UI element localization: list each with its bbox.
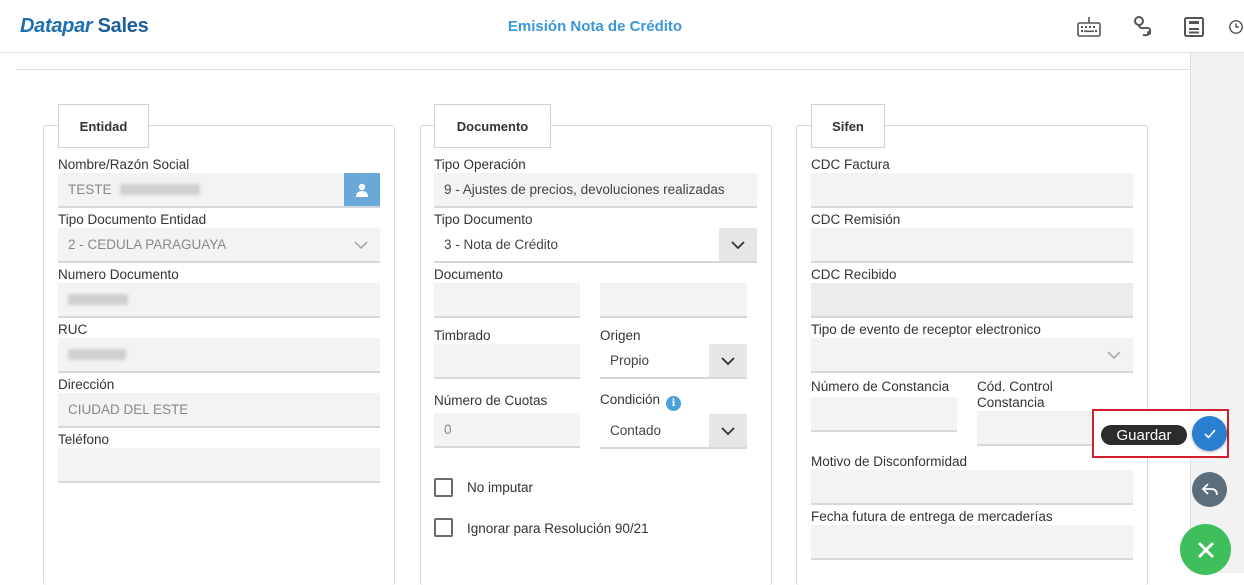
tipo-evento-select[interactable] (811, 338, 1133, 373)
tipo-evento-label: Tipo de evento de receptor electronico (811, 322, 1041, 337)
redacted-text (68, 294, 128, 305)
tipo-documento-label: Tipo Documento (434, 212, 533, 227)
documento-field-2[interactable] (600, 283, 747, 318)
cdc-factura-label: CDC Factura (811, 157, 890, 172)
condicion-label: Condición (600, 392, 661, 407)
tipo-operacion-label: Tipo Operación (434, 157, 526, 172)
condicion-label-wrap: Condición i (600, 392, 682, 411)
user-icon (356, 183, 368, 197)
cdc-factura-field[interactable] (811, 173, 1133, 208)
cod-control-label-line2: Constancia (977, 395, 1045, 410)
condicion-value: Contado (610, 423, 662, 438)
cod-control-field[interactable] (977, 411, 1097, 446)
numero-doc-label: Numero Documento (58, 267, 179, 282)
numero-doc-field[interactable] (58, 283, 380, 318)
timbrado-label: Timbrado (434, 328, 491, 343)
entidad-legend: Entidad (58, 104, 149, 148)
fecha-entrega-field[interactable] (811, 525, 1133, 560)
route-icon[interactable] (1130, 14, 1156, 40)
close-icon (1197, 541, 1214, 558)
origen-value: Propio (610, 353, 650, 368)
cod-control-label: Cód. Control Constancia (977, 379, 1053, 411)
redacted-text (68, 349, 126, 360)
top-bar: Datapar Sales Emisión Nota de Crédito (0, 0, 1244, 53)
reply-icon (1201, 482, 1218, 495)
motivo-label: Motivo de Disconformidad (811, 454, 968, 469)
ruc-field[interactable] (58, 338, 380, 373)
chevron-down-icon[interactable] (709, 344, 747, 377)
chevron-down-icon[interactable] (1095, 338, 1133, 371)
save-document-icon[interactable] (1181, 14, 1207, 40)
tipo-doc-entidad-value: 2 - CEDULA PARAGUAYA (68, 237, 227, 252)
cdc-remision-field[interactable] (811, 228, 1133, 263)
telefono-label: Teléfono (58, 432, 110, 447)
save-tooltip: Guardar (1101, 425, 1187, 445)
tipo-operacion-value: 9 - Ajustes de precios, devoluciones rea… (444, 182, 725, 197)
chevron-down-icon[interactable] (709, 414, 747, 447)
ignorar-resolucion-label: Ignorar para Resolución 90/21 (467, 521, 649, 536)
no-imputar-label: No imputar (467, 480, 534, 495)
origen-label: Origen (600, 328, 641, 343)
motivo-field[interactable] (811, 470, 1133, 505)
redacted-text (119, 184, 200, 195)
tipo-documento-value: 3 - Nota de Crédito (444, 237, 559, 252)
condicion-select[interactable]: Contado (600, 414, 747, 449)
ruc-label: RUC (58, 322, 88, 337)
fecha-entrega-label: Fecha futura de entrega de mercaderías (811, 509, 1053, 524)
page-title: Emisión Nota de Crédito (507, 18, 683, 35)
nombre-field[interactable]: TESTE (58, 173, 380, 208)
cod-control-label-line1: Cód. Control (977, 379, 1053, 394)
nombre-label: Nombre/Razón Social (58, 157, 190, 172)
sifen-legend: Sifen (811, 104, 885, 148)
chevron-down-icon[interactable] (342, 228, 380, 261)
tipo-documento-select[interactable]: 3 - Nota de Crédito (434, 228, 757, 263)
cdc-recibido-field[interactable] (811, 283, 1133, 318)
timbrado-field[interactable] (434, 344, 580, 379)
direccion-field[interactable]: CIUDAD DEL ESTE (58, 393, 380, 428)
keyboard-icon[interactable] (1076, 14, 1102, 40)
documento-field-1[interactable] (434, 283, 580, 318)
tipo-doc-entidad-label: Tipo Documento Entidad (58, 212, 207, 227)
nombre-value: TESTE (68, 182, 112, 197)
close-button[interactable] (1180, 524, 1231, 575)
chevron-down-icon[interactable] (719, 228, 757, 261)
direccion-value: CIUDAD DEL ESTE (68, 402, 189, 417)
ignorar-resolucion-checkbox[interactable] (434, 518, 453, 537)
divider (16, 69, 1190, 70)
back-button[interactable] (1192, 472, 1227, 507)
telefono-field[interactable] (58, 448, 380, 483)
select-entity-button[interactable] (344, 173, 380, 206)
no-imputar-checkbox[interactable] (434, 478, 453, 497)
cuotas-value: 0 (444, 422, 452, 437)
num-constancia-label: Número de Constancia (811, 379, 950, 394)
tipo-doc-entidad-select[interactable]: 2 - CEDULA PARAGUAYA (58, 228, 380, 263)
cuotas-field[interactable]: 0 (434, 413, 580, 448)
info-icon[interactable]: i (666, 396, 682, 411)
save-button[interactable] (1192, 416, 1227, 451)
origen-select[interactable]: Propio (600, 344, 747, 379)
direccion-label: Dirección (58, 377, 115, 392)
cuotas-label: Número de Cuotas (434, 393, 548, 408)
documento-legend: Documento (434, 104, 551, 148)
check-icon (1203, 428, 1216, 439)
documento-label: Documento (434, 267, 504, 282)
cdc-recibido-label: CDC Recibido (811, 267, 897, 282)
num-constancia-field[interactable] (811, 397, 957, 432)
clock-icon[interactable] (1228, 14, 1244, 40)
tipo-operacion-field[interactable]: 9 - Ajustes de precios, devoluciones rea… (434, 173, 757, 208)
cdc-remision-label: CDC Remisión (811, 212, 901, 227)
